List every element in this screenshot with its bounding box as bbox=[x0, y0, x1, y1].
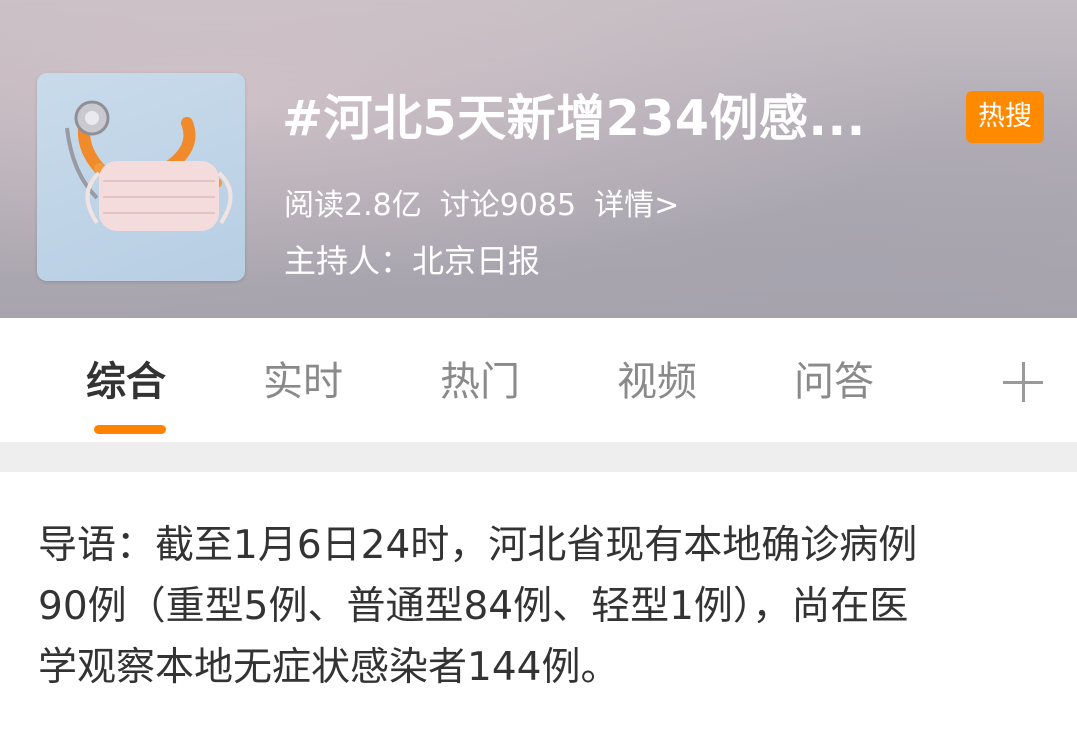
tab-comprehensive[interactable]: 综合 bbox=[86, 354, 166, 410]
section-divider bbox=[0, 442, 1077, 472]
discussion-count: 讨论9085 bbox=[439, 188, 577, 223]
plus-icon[interactable] bbox=[1003, 362, 1043, 402]
tab-realtime[interactable]: 实时 bbox=[263, 354, 343, 410]
read-count: 阅读2.8亿 bbox=[284, 188, 422, 223]
active-tab-indicator bbox=[94, 425, 166, 434]
tab-bar: 综合 实时 热门 视频 问答 bbox=[0, 318, 1077, 442]
details-link[interactable]: 详情> bbox=[594, 188, 679, 223]
tab-video[interactable]: 视频 bbox=[617, 354, 697, 410]
mask-stethoscope-icon bbox=[65, 100, 233, 231]
topic-header: #河北5天新增234例感... 热搜 阅读2.8亿 讨论9085 详情> 主持人：北… bbox=[0, 0, 1077, 318]
hot-search-badge: 热搜 bbox=[966, 91, 1044, 143]
topic-host[interactable]: 主持人：北京日报 bbox=[284, 238, 540, 284]
topic-thumbnail bbox=[37, 73, 245, 281]
tab-qa[interactable]: 问答 bbox=[794, 354, 874, 410]
topic-stats: 阅读2.8亿 讨论9085 详情> bbox=[284, 183, 697, 229]
topic-title: #河北5天新增234例感... bbox=[282, 90, 866, 147]
topic-intro: 导语：截至1月6日24时，河北省现有本地确诊病例 90例（重型5例、普通型84例… bbox=[38, 523, 918, 690]
tab-hot[interactable]: 热门 bbox=[440, 354, 520, 410]
